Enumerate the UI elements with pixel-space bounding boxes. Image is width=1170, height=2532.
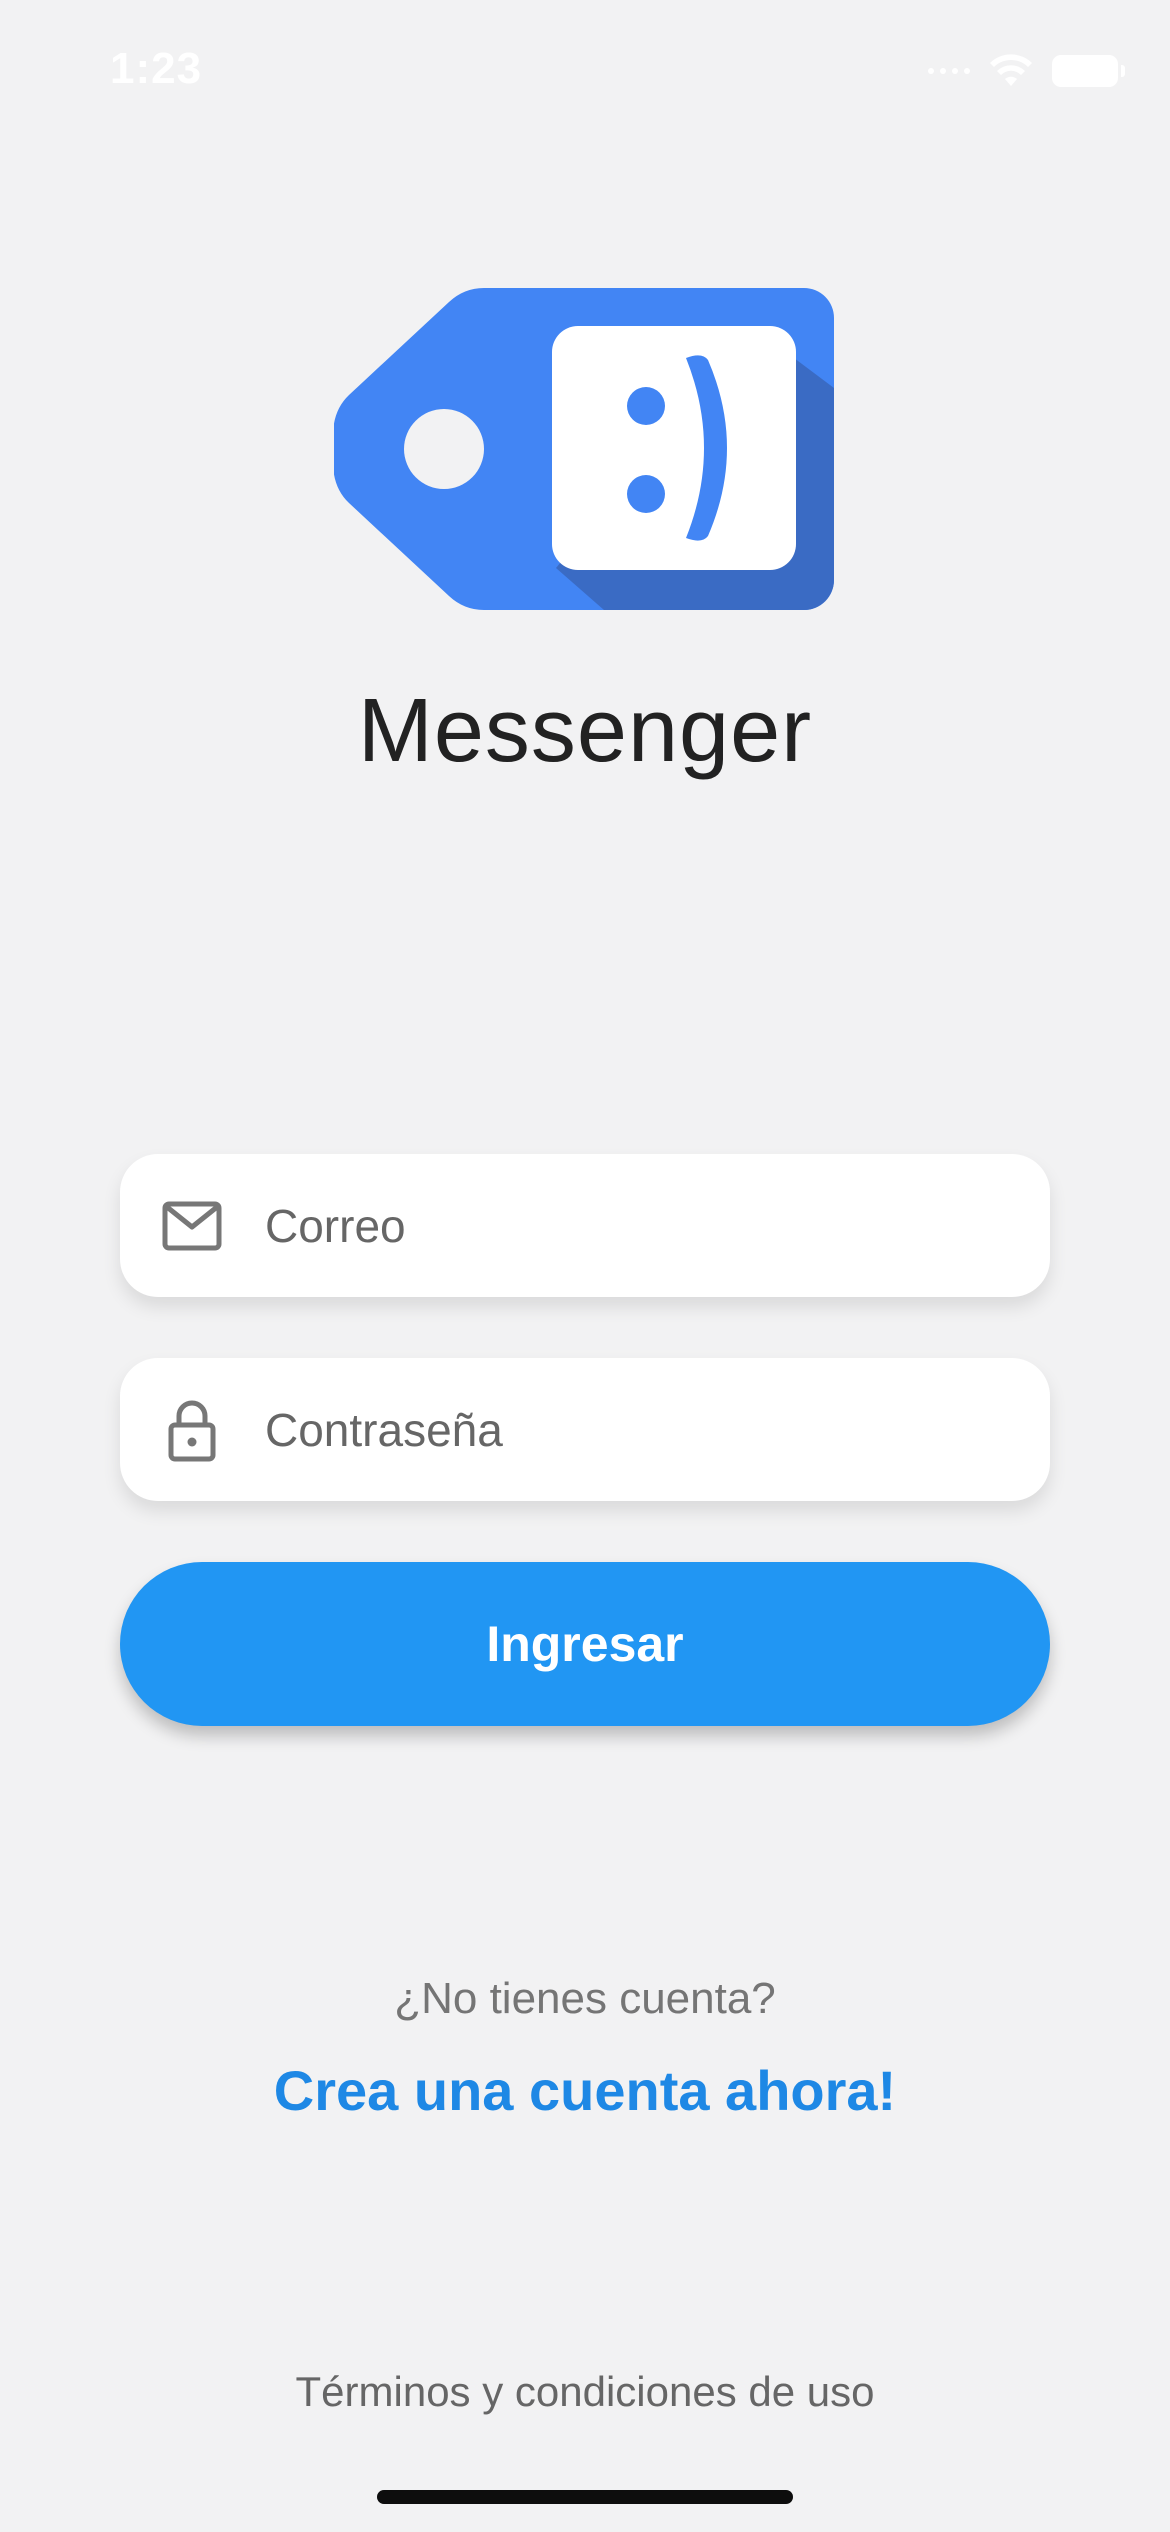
terms-link[interactable]: Términos y condiciones de uso — [0, 2368, 1170, 2416]
app-title: Messenger — [357, 681, 813, 781]
email-field[interactable] — [120, 1154, 1050, 1297]
wifi-icon — [990, 54, 1032, 86]
battery-icon — [1052, 55, 1125, 87]
status-bar: 1:23 — [0, 0, 1170, 140]
login-button[interactable]: Ingresar — [120, 1562, 1050, 1726]
status-icons — [928, 54, 1125, 88]
password-input[interactable] — [265, 1358, 1025, 1501]
mail-icon — [160, 1194, 224, 1258]
no-account-text: ¿No tienes cuenta? — [394, 1974, 776, 2023]
password-field[interactable] — [120, 1358, 1050, 1501]
create-account-link[interactable]: Crea una cuenta ahora! — [0, 2058, 1170, 2123]
signal-icon — [928, 68, 970, 74]
status-time: 1:23 — [110, 44, 203, 93]
lock-icon — [160, 1398, 224, 1462]
messenger-logo-icon — [334, 288, 834, 610]
email-input[interactable] — [265, 1154, 1025, 1297]
home-indicator — [377, 2490, 793, 2504]
